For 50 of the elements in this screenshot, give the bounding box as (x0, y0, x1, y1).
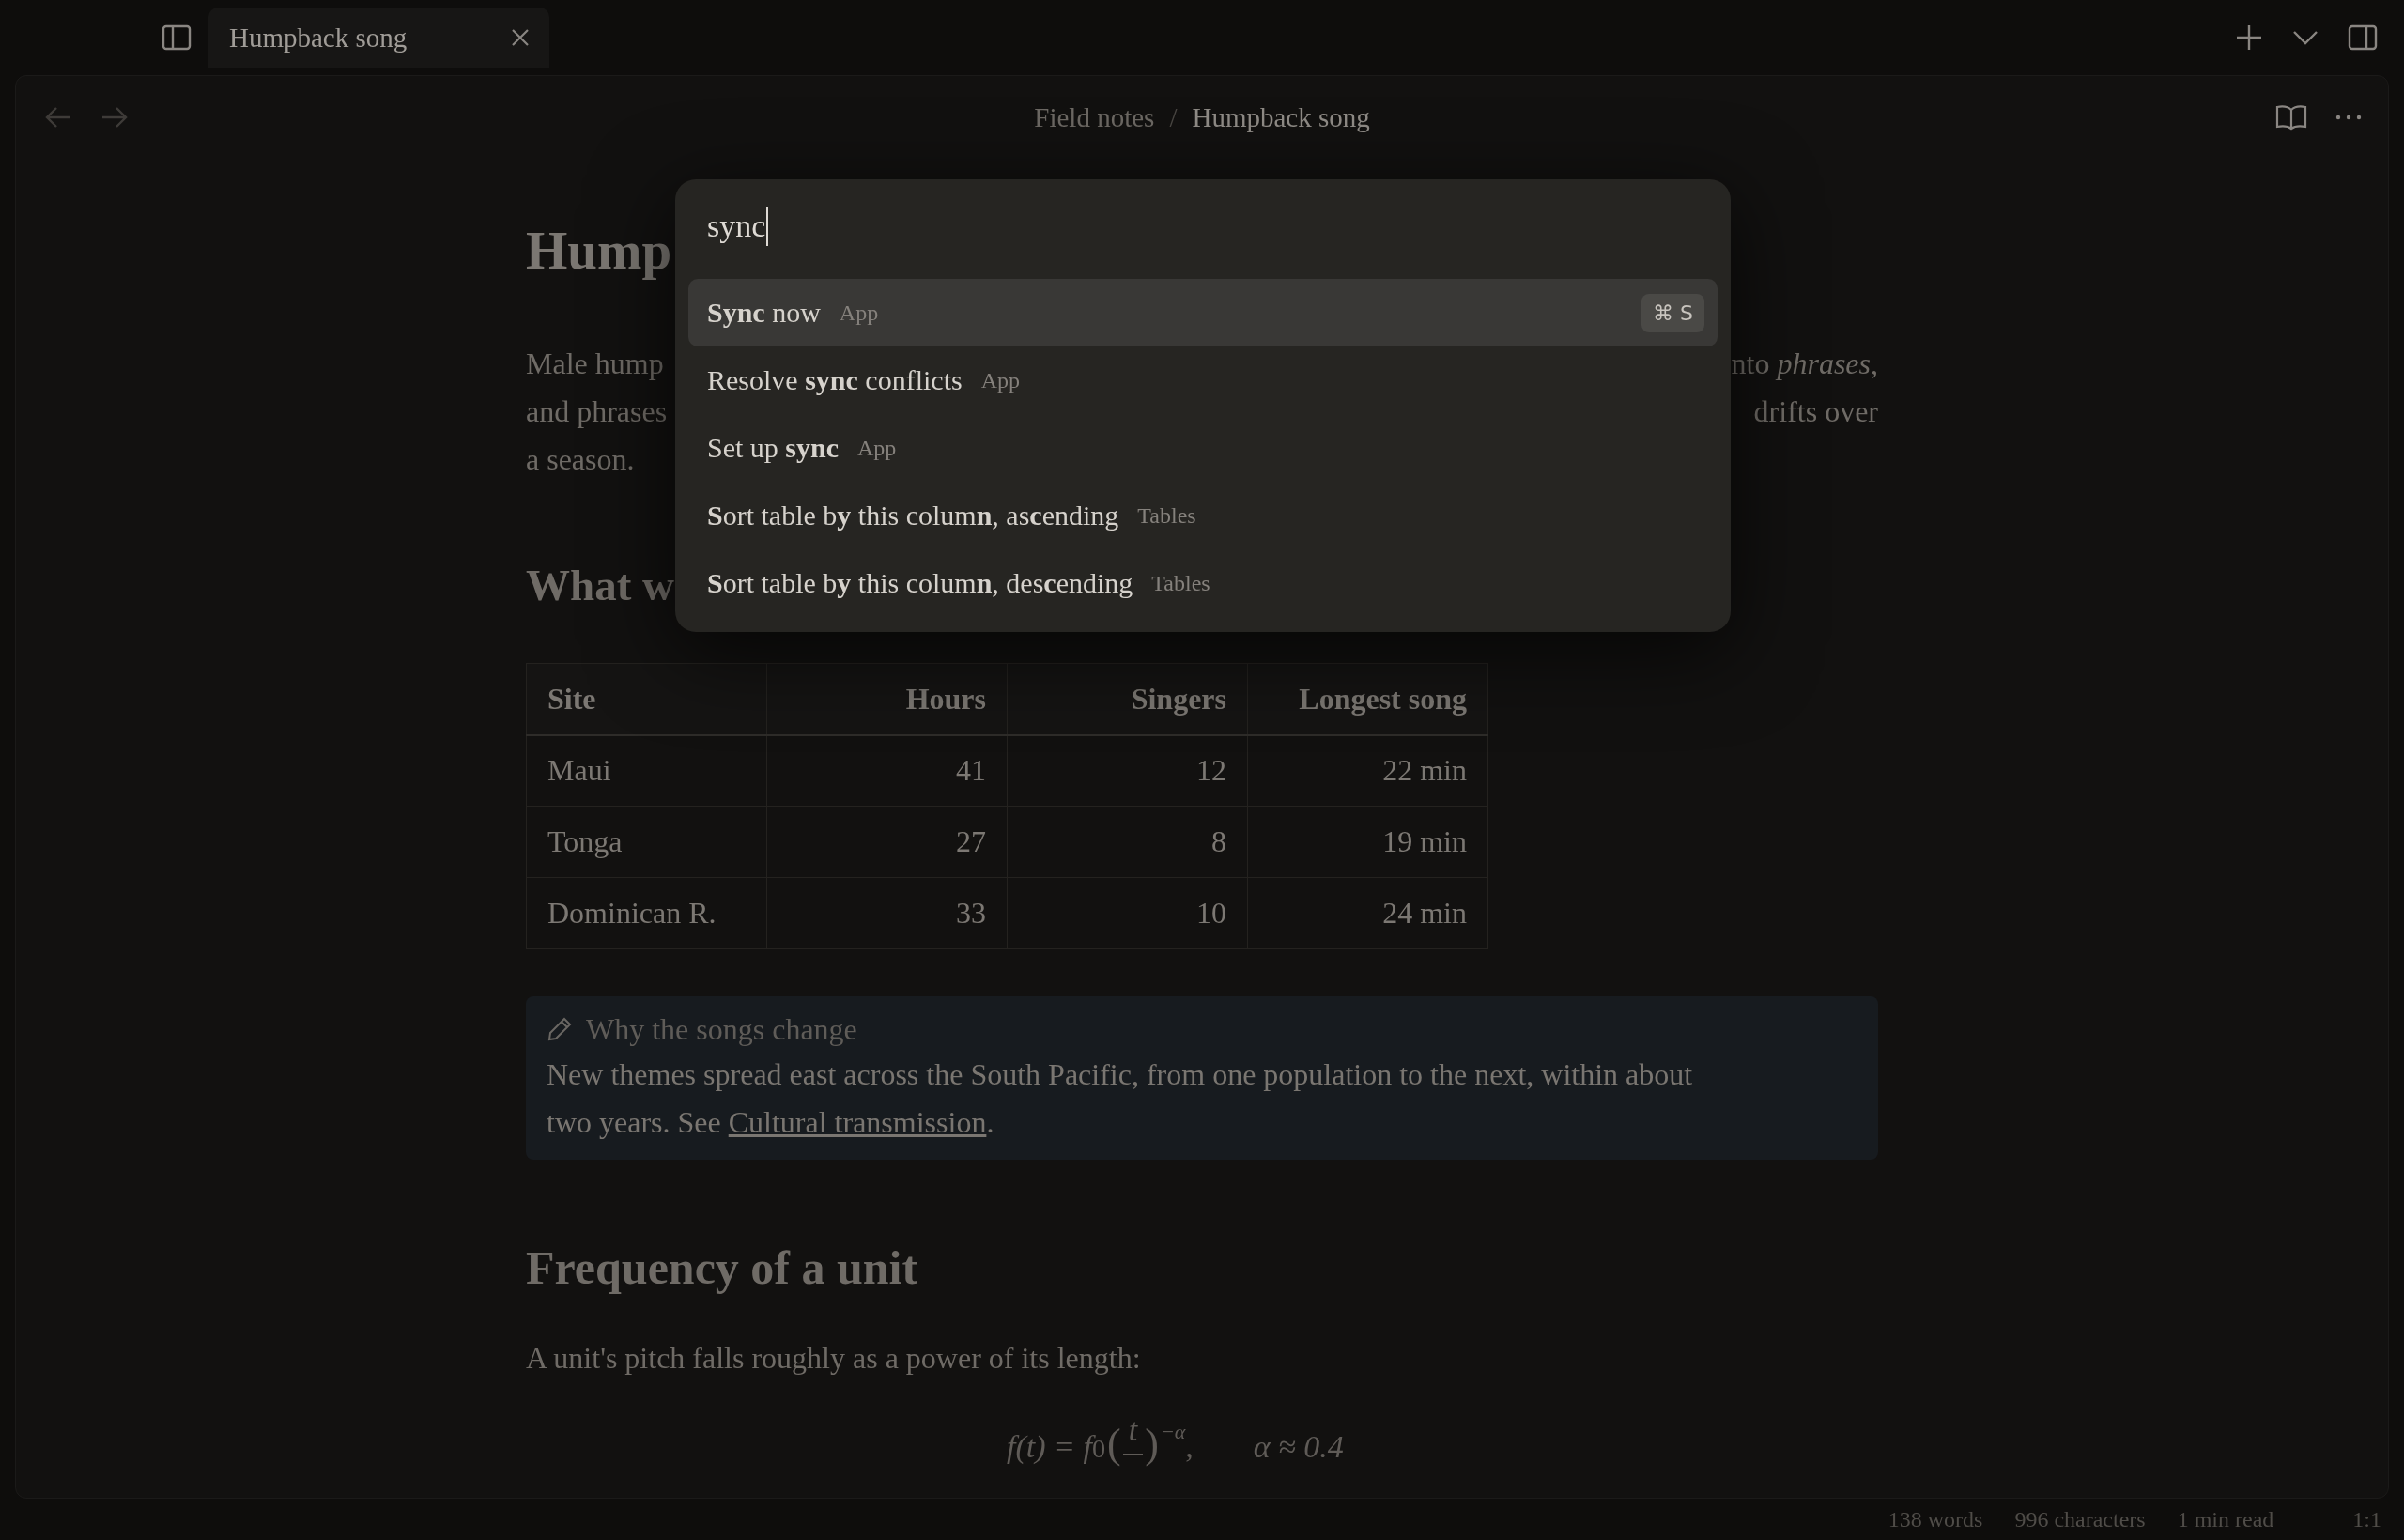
command-item[interactable]: Resolve sync conflicts App (688, 346, 1718, 414)
command-item[interactable]: Sort table by this column, ascending Tables (688, 482, 1718, 549)
table-cell: Maui (526, 734, 767, 807)
status-text: 138 words (1888, 1506, 1983, 1532)
status-text: 1:1 (2352, 1506, 2381, 1532)
callout-title: Why the songs change (586, 1011, 857, 1048)
paragraph-text: drifts over (1753, 393, 1878, 430)
table-cell: Dominican R. (526, 877, 767, 949)
right-sidebar-icon[interactable] (2348, 24, 2378, 51)
table-cell: 12 (1007, 734, 1248, 807)
column-header: Site (526, 663, 767, 735)
section-heading: What w (526, 560, 674, 611)
paragraph-text: Male hump (526, 346, 664, 382)
note-link[interactable]: Cultural transmission (728, 1105, 987, 1139)
breadcrumb-separator: / (1169, 101, 1178, 133)
column-header: Longest song (1247, 663, 1488, 735)
table-cell: 27 (766, 806, 1008, 878)
table-cell: 10 (1007, 877, 1248, 949)
command-item[interactable]: Sync now App ⌘ S (688, 279, 1718, 346)
breadcrumb-note[interactable]: Humpback song (1192, 101, 1370, 133)
new-tab-icon[interactable] (2235, 23, 2263, 52)
column-header: Singers (1007, 663, 1248, 735)
book-icon[interactable] (2275, 104, 2307, 131)
status-text: 1 min read (2177, 1506, 2274, 1532)
more-options-icon[interactable] (2335, 115, 2362, 120)
table-cell: 8 (1007, 806, 1248, 878)
paragraph-text: nto phrases, (1731, 346, 1878, 382)
keyboard-shortcut: ⌘ S (1641, 293, 1704, 332)
callout-text: New themes spread east across the South Pacific, from one population to the next, within about two years. See Cultural transmission. (547, 1056, 1694, 1141)
pencil-icon (547, 1016, 573, 1042)
sidebar-toggle-icon[interactable] (162, 24, 192, 51)
paragraph-text: a season. (526, 441, 635, 478)
command-item[interactable]: Set up sync App (688, 414, 1718, 482)
close-icon[interactable] (510, 27, 531, 48)
note-tab[interactable]: Humpback song (208, 8, 549, 68)
table-cell: 22 min (1247, 734, 1488, 807)
table-cell: 24 min (1247, 877, 1488, 949)
table-cell: 19 min (1247, 806, 1488, 878)
table-cell: 33 (766, 877, 1008, 949)
chevron-down-icon[interactable] (2291, 29, 2319, 46)
section-heading: Frequency of a unit (526, 1240, 918, 1296)
status-text: 996 characters (2014, 1506, 2146, 1532)
command-search-field[interactable]: sync (688, 179, 1718, 273)
command-item[interactable]: Sort table by this column, descending Tables (688, 549, 1718, 617)
table-cell: Tonga (526, 806, 767, 878)
table-cell: 41 (766, 734, 1008, 807)
column-header: Hours (766, 663, 1008, 735)
note-title: Hump (526, 220, 672, 282)
paragraph-text: and phrases (526, 393, 668, 430)
paragraph-text: A unit's pitch falls roughly as a power of its length: (526, 1340, 1142, 1377)
